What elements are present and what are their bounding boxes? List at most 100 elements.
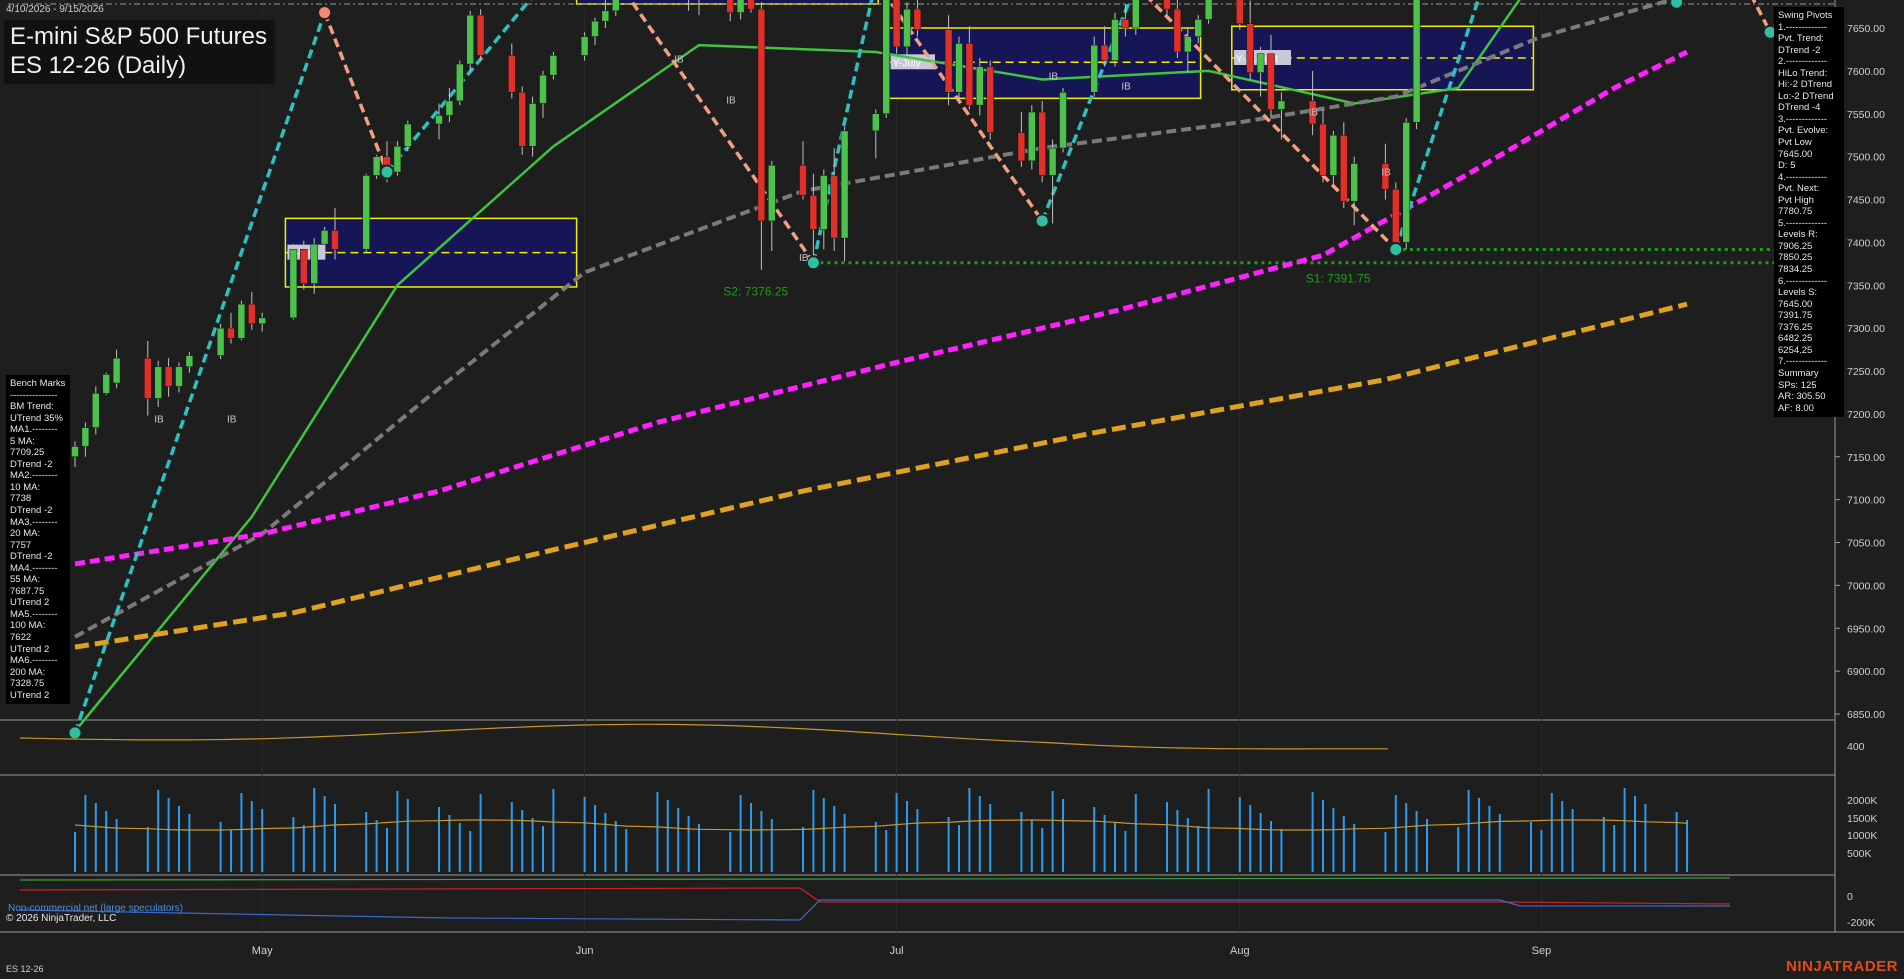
candle-body bbox=[1319, 123, 1327, 176]
candle-body bbox=[1340, 134, 1348, 202]
chart-title: E-mini S&P 500 Futures bbox=[10, 23, 268, 50]
candle-body bbox=[310, 243, 318, 284]
lower-indicator-panels: 400 2000K 1500K 1000K 500K 0 -200K bbox=[19, 723, 1877, 929]
candle-body bbox=[944, 29, 953, 93]
y-tick-label: 7150.00 bbox=[1847, 452, 1885, 464]
candle-body bbox=[1173, 8, 1182, 53]
swing-low-marker bbox=[805, 255, 821, 271]
y-tick-label: 7450.00 bbox=[1847, 195, 1885, 207]
candle-body bbox=[1204, 0, 1213, 20]
candle-body bbox=[289, 248, 298, 319]
cot-line bbox=[19, 887, 1731, 905]
candle-body bbox=[830, 175, 838, 239]
chart-header: E-mini S&P 500 Futures ES 12-26 (Daily) bbox=[4, 20, 276, 84]
time-axis[interactable]: May Jun Jul Aug Sep bbox=[252, 945, 1551, 957]
support-level-label: S1: 7391.75 bbox=[1306, 271, 1371, 285]
candle-body bbox=[1090, 44, 1098, 93]
y-tick-label: 7300.00 bbox=[1847, 323, 1885, 335]
candle-body bbox=[1402, 122, 1410, 243]
candle-body bbox=[393, 146, 402, 173]
candle-body bbox=[508, 55, 516, 93]
y-tick-label: 7200.00 bbox=[1847, 409, 1885, 421]
candle-body bbox=[1132, 0, 1140, 29]
candle-body bbox=[882, 0, 890, 114]
candle-body bbox=[757, 8, 766, 222]
candle-body bbox=[1392, 188, 1400, 243]
range-tick-label: 400 bbox=[1847, 741, 1865, 753]
candle-body bbox=[1412, 0, 1421, 123]
candle-body bbox=[164, 366, 173, 387]
candle-body bbox=[154, 366, 162, 399]
candle-body bbox=[1184, 36, 1192, 53]
candle-body bbox=[913, 8, 922, 30]
candle-body bbox=[965, 43, 974, 106]
candle-body bbox=[768, 164, 776, 222]
volume-tick-label: 1000K bbox=[1847, 830, 1877, 842]
candle-body bbox=[736, 0, 745, 13]
value-band bbox=[887, 27, 1202, 100]
candle-body bbox=[612, 0, 620, 12]
candle-body bbox=[1059, 92, 1067, 149]
y-tick-label: 7250.00 bbox=[1847, 366, 1885, 378]
candle-body bbox=[549, 55, 558, 76]
candle-body bbox=[1194, 19, 1202, 37]
volume-tick-label: 1500K bbox=[1847, 813, 1877, 825]
candle-body bbox=[92, 393, 100, 428]
swing-line bbox=[1751, 0, 1772, 34]
support-level-label: S2: 7376.25 bbox=[723, 285, 788, 299]
candle-body bbox=[1329, 134, 1338, 176]
candle-body bbox=[1111, 19, 1119, 61]
ninjatrader-logo: NINJATRADER bbox=[1786, 958, 1898, 975]
candle-body bbox=[591, 20, 599, 37]
candle-body bbox=[1350, 163, 1358, 202]
y-tick-label: 7650.00 bbox=[1847, 23, 1885, 35]
y-tick-label: 7100.00 bbox=[1847, 495, 1885, 507]
swing-low-marker bbox=[1669, 0, 1685, 10]
candle-body bbox=[518, 92, 526, 147]
candle-body bbox=[258, 317, 266, 325]
swing-high-marker bbox=[317, 5, 333, 21]
ib-marker: IB bbox=[1049, 71, 1059, 82]
candle-body bbox=[528, 103, 537, 147]
candle-body bbox=[237, 303, 246, 339]
candle-body bbox=[809, 194, 818, 230]
volume-tick-label: 500K bbox=[1847, 848, 1872, 860]
candle-body bbox=[903, 8, 911, 48]
y-tick-label: 6950.00 bbox=[1847, 623, 1885, 635]
candle-body bbox=[466, 14, 474, 65]
cot-tick-label: 0 bbox=[1847, 891, 1853, 903]
y-tick-label: 7400.00 bbox=[1847, 237, 1885, 249]
candle-body bbox=[840, 130, 849, 239]
candle-body bbox=[216, 327, 225, 356]
price-chart[interactable]: Y-MayY-JuneY-JulyY-AugustY-September R3:… bbox=[0, 0, 1904, 979]
y-tick-label: 6900.00 bbox=[1847, 666, 1885, 678]
candle-body bbox=[320, 230, 329, 245]
x-tick-label: Aug bbox=[1230, 945, 1250, 957]
candle-body bbox=[1256, 53, 1265, 73]
candle-body bbox=[102, 374, 110, 394]
swing-low-marker bbox=[379, 164, 395, 180]
ib-marker: IB bbox=[154, 414, 164, 425]
candle-body bbox=[175, 366, 183, 387]
ib-marker: IB bbox=[799, 253, 809, 264]
candle-body bbox=[726, 0, 734, 13]
swing-line bbox=[322, 11, 389, 173]
candle-body bbox=[1028, 111, 1036, 162]
candle-body bbox=[820, 175, 828, 230]
candle-body bbox=[799, 164, 807, 196]
volume-average bbox=[74, 819, 1688, 831]
range-line bbox=[19, 723, 1388, 750]
cot-tick-label: -200K bbox=[1847, 917, 1875, 929]
y-tick-label: 6850.00 bbox=[1847, 709, 1885, 721]
candle-body bbox=[1121, 19, 1130, 29]
candle-body bbox=[248, 303, 256, 325]
candle-body bbox=[456, 63, 464, 102]
swing-low-marker bbox=[67, 725, 83, 741]
candle-body bbox=[1017, 132, 1026, 162]
ib-marker: IB bbox=[726, 95, 736, 106]
candle-body bbox=[445, 100, 454, 116]
candle-body bbox=[1277, 100, 1286, 110]
candle-body bbox=[144, 357, 152, 399]
candle-body bbox=[986, 66, 994, 133]
candle-body bbox=[300, 248, 308, 284]
